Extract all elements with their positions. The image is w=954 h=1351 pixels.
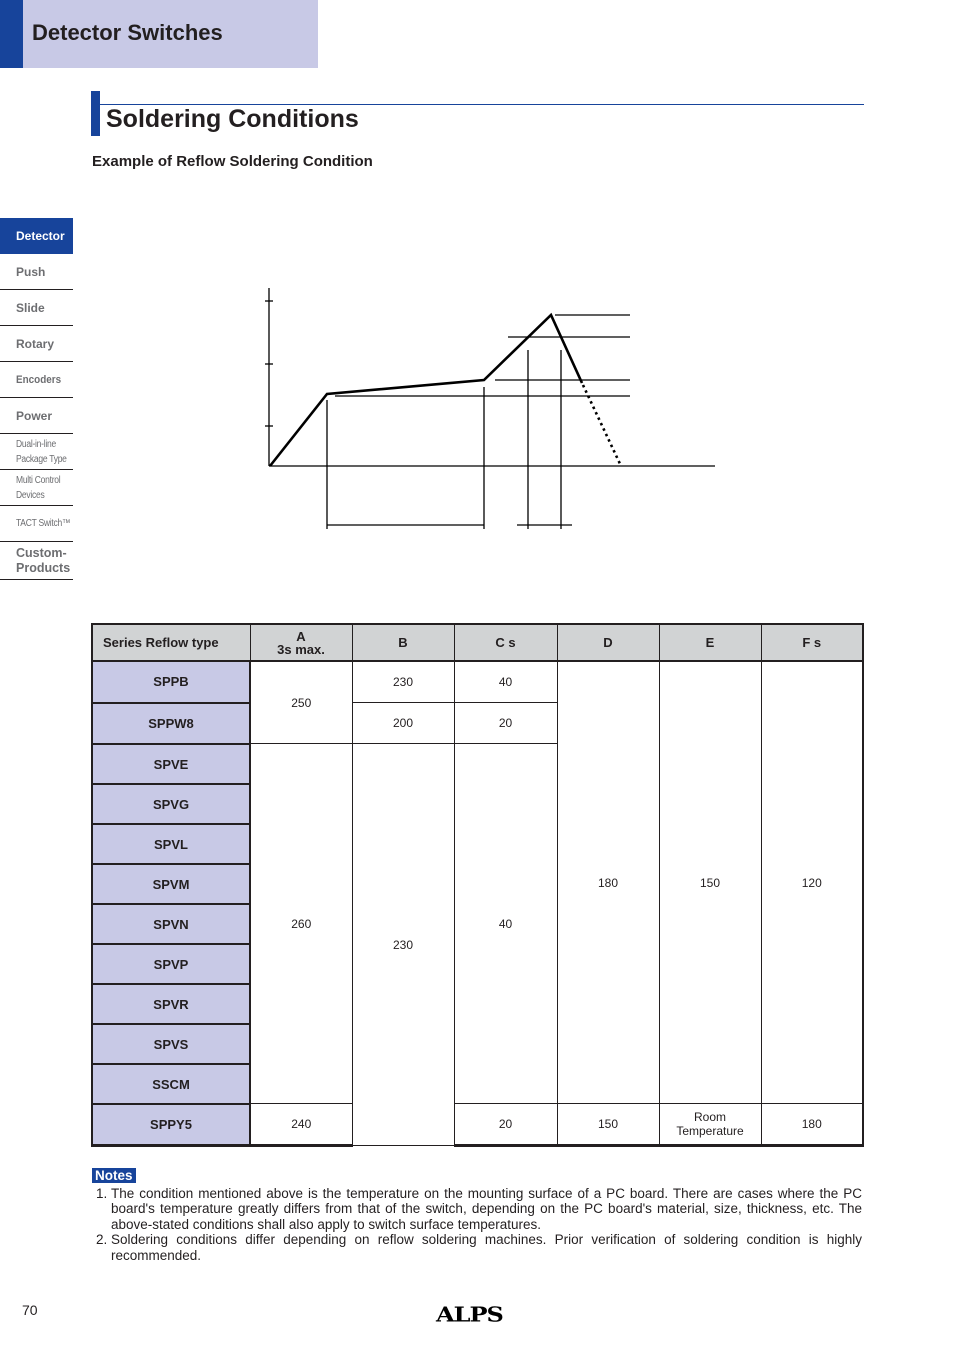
page-category-title: Detector Switches	[32, 20, 223, 45]
reflow-profile-diagram	[265, 288, 715, 529]
cell-b: 200	[351, 702, 455, 744]
header-d: D	[556, 623, 660, 662]
table-header-row: Series Reflow type A 3s max. B C s D E F …	[91, 623, 864, 662]
header-f: F s	[760, 623, 864, 662]
sidenav-item-dip[interactable]: Dual-in-line Package Type	[0, 434, 73, 470]
header-band: Detector Switches	[0, 0, 318, 68]
sidenav-item-push[interactable]: Push	[0, 254, 73, 290]
sidenav-label: TACT Switch™	[16, 518, 71, 529]
series-cell: SPPW8	[91, 702, 251, 745]
header-c: C s	[453, 623, 558, 662]
sidenav-label-line1: Custom-	[16, 545, 67, 560]
cell-e: 150	[658, 660, 762, 1104]
sidenav-item-tact-switch[interactable]: TACT Switch™	[0, 506, 73, 542]
profile-curve	[268, 312, 584, 467]
series-cell: SPPB	[91, 660, 251, 704]
cell-d: 180	[556, 660, 660, 1104]
sidenav-item-encoders[interactable]: Encoders	[0, 362, 73, 398]
section-accent-bar	[91, 91, 100, 136]
sidenav-label: Rotary	[16, 336, 55, 351]
note-item: Soldering conditions differ depending on…	[111, 1232, 862, 1263]
header-accent-bar	[0, 0, 23, 68]
series-cell: SPVL	[91, 823, 251, 865]
cell-d: 150	[556, 1103, 660, 1147]
cell-b: 230	[351, 660, 455, 703]
cell-b: 230	[351, 743, 455, 1146]
table-row: SPPY5 240 20 150 Room Temperature 180	[91, 1103, 864, 1147]
cell-f: 180	[760, 1103, 864, 1147]
section-title: Soldering Conditions	[106, 105, 359, 133]
header-series: Series Reflow type	[91, 623, 251, 662]
cell-c: 40	[453, 660, 558, 703]
cell-c: 20	[453, 702, 558, 744]
notes-section: Notes The condition mentioned above is t…	[92, 1168, 862, 1263]
sidenav-label: Slide	[16, 300, 45, 315]
cell-e-line1: Room	[693, 1110, 726, 1124]
notes-badge: Notes	[92, 1168, 136, 1183]
cell-c: 20	[453, 1103, 558, 1147]
section-heading: Soldering Conditions	[91, 91, 864, 136]
sidenav-label-line2: Devices	[16, 489, 45, 501]
sidenav-item-custom-products[interactable]: Custom- Products	[0, 542, 73, 580]
table-row: SPPB 250 230 40 180 150 120	[91, 660, 864, 1104]
series-cell: SPVN	[91, 903, 251, 945]
sidenav-label: Detector	[16, 228, 65, 243]
header-a-sub: 3s max.	[277, 641, 325, 657]
header-e: E	[658, 623, 762, 662]
page-number: 70	[22, 1302, 38, 1318]
series-cell: SPVG	[91, 783, 251, 825]
sidenav-item-multi-control[interactable]: Multi Control Devices	[0, 470, 73, 506]
cell-c: 40	[453, 743, 558, 1104]
side-nav: Detector Push Slide Rotary Encoders Powe…	[0, 218, 73, 580]
series-cell: SPVM	[91, 863, 251, 905]
sidenav-label-line2: Package Type	[16, 453, 67, 465]
series-cell: SPPY5	[91, 1103, 251, 1147]
cell-a: 260	[249, 743, 353, 1104]
cell-a: 240	[249, 1103, 353, 1147]
sidenav-label-line1: Dual-in-line	[16, 438, 56, 450]
section-subtitle: Example of Reflow Soldering Condition	[92, 153, 373, 170]
profile-cooling-dotted	[581, 384, 623, 467]
sidenav-item-rotary[interactable]: Rotary	[0, 326, 73, 362]
cell-e: Room Temperature	[658, 1103, 762, 1147]
sidenav-item-power[interactable]: Power	[0, 398, 73, 434]
alps-logo: ALPS	[436, 1302, 504, 1327]
sidenav-label: Push	[16, 264, 46, 279]
sidenav-label-line2: Products	[16, 560, 71, 575]
sidenav-item-detector[interactable]: Detector	[0, 218, 73, 254]
series-cell: SPVE	[91, 743, 251, 785]
sidenav-label-line1: Multi Control	[16, 474, 61, 486]
series-cell: SPVS	[91, 1023, 251, 1065]
note-item: The condition mentioned above is the tem…	[111, 1186, 862, 1233]
sidenav-item-slide[interactable]: Slide	[0, 290, 73, 326]
header-a: A 3s max.	[249, 623, 353, 662]
cell-a: 250	[249, 660, 353, 744]
cell-f: 120	[760, 660, 864, 1104]
sidenav-label: Encoders	[16, 373, 62, 386]
series-cell: SPVR	[91, 983, 251, 1025]
reflow-conditions-table: Series Reflow type A 3s max. B C s D E F …	[91, 623, 864, 1147]
sidenav-label: Power	[16, 408, 53, 423]
header-b: B	[351, 623, 455, 662]
series-cell: SPVP	[91, 943, 251, 985]
cell-e-line2: Temperature	[676, 1124, 744, 1138]
notes-list: The condition mentioned above is the tem…	[92, 1186, 862, 1264]
series-cell: SSCM	[91, 1063, 251, 1105]
